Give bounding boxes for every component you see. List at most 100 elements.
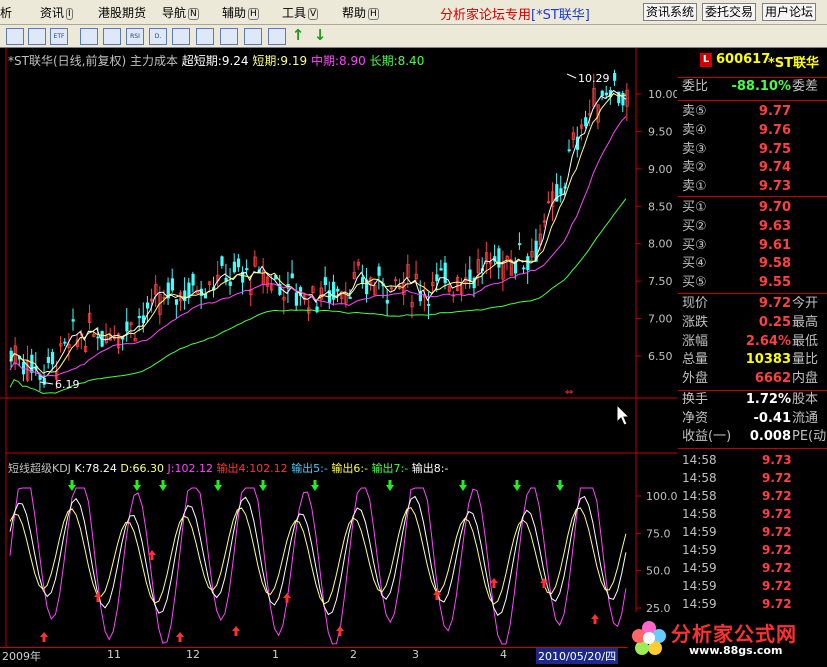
buy-signal-arrow-icon: [96, 597, 100, 602]
menu-item-navigation[interactable]: 导航 N: [162, 4, 199, 21]
price-tick-label: 8.00: [648, 238, 673, 251]
trade-time: 14:58: [682, 453, 717, 467]
trade-time: 14:59: [682, 525, 717, 539]
rsi-icon[interactable]: RSI: [126, 28, 144, 45]
sell-signal-arrow-icon: [459, 480, 467, 491]
stat-right-label: 最高: [792, 314, 819, 330]
finance-stats: 换手 1.72%股本净资 -0.41流通收益(一) 0.008PE(动): [678, 390, 827, 447]
date-label: 11: [107, 648, 121, 661]
grid-icon[interactable]: [80, 28, 98, 45]
kdj-legend: 短线超级KDJ K:78.24 D:66.30 J:102.12 输出4:102…: [8, 460, 448, 476]
ma-lines-group: [9, 89, 627, 395]
candle-body: [604, 92, 609, 96]
candle-body: [336, 288, 340, 292]
move-icon[interactable]: [268, 28, 286, 45]
menu-item-tools[interactable]: 工具 V: [282, 4, 319, 21]
zoom-icon[interactable]: [172, 28, 190, 45]
sell-level: 卖③ 9.75: [678, 141, 827, 159]
trade-time: 14:58: [682, 507, 717, 521]
trade-row: 14:59 9.72: [678, 523, 827, 541]
scroll-arrow-icon[interactable]: ⇔: [565, 387, 573, 398]
chart-area[interactable]: 10.00 9.50 9.00 8.50 8.00 7.50 7.00 6.50 100.0 7…: [0, 48, 677, 662]
up-arrow-icon[interactable]: ↑: [290, 28, 306, 43]
trade-price: 9.72: [762, 525, 792, 539]
line-chart-icon[interactable]: [103, 28, 121, 45]
price-tick-label: 8.50: [648, 200, 673, 213]
sell-level-value: 9.76: [758, 122, 791, 138]
menu-item-news[interactable]: 资讯 I: [40, 4, 73, 21]
buy-signal-arrow-icon: [150, 555, 154, 560]
kdj-lines-group: [9, 487, 627, 645]
candle-body: [96, 336, 100, 339]
down-arrow-icon[interactable]: ↓: [312, 28, 328, 43]
kdj-tick-label: 75.0: [646, 527, 671, 540]
d-icon[interactable]: D.: [149, 28, 167, 45]
sell-signal-arrow-icon: [386, 480, 394, 491]
stock-code: 600617: [716, 52, 771, 67]
buy-signal-arrow-icon: [40, 632, 48, 642]
weicha-label: 委差: [792, 79, 819, 94]
stock-badge: L: [700, 53, 712, 67]
trade-row: 14:58 9.72: [678, 487, 827, 505]
legend-title: *ST联华(日线,前复权) 主力成本: [8, 54, 178, 68]
menu-item-assist[interactable]: 辅助 H: [222, 4, 259, 21]
trade-time: 14:59: [682, 579, 717, 593]
sell-orders: 卖⑤ 9.77 卖④ 9.76 卖③ 9.75 卖② 9.74 卖① 9.73: [678, 100, 827, 197]
finance: 换手 1.72% 股本: [678, 391, 827, 409]
etf-icon[interactable]: ETF: [50, 28, 68, 45]
sell-signal-arrow-icon: [515, 480, 519, 485]
menu-item-help[interactable]: 帮助 H: [342, 4, 379, 21]
legend-short: 短期:9.19: [252, 54, 308, 68]
link-icon[interactable]: [196, 28, 214, 45]
buy-signal-arrow-icon: [591, 614, 599, 624]
date-axis: 2009年 11 12 1 2 3 4 2010/05/20/四: [0, 647, 677, 664]
buy-level-value: 9.70: [758, 200, 791, 215]
buy-level: 买⑤ 9.55: [678, 274, 827, 292]
candle-body: [468, 269, 472, 282]
stock-name: *ST联华: [768, 56, 820, 71]
trade-time: 14:59: [682, 543, 717, 557]
menu-item-analysis[interactable]: 析: [0, 4, 12, 21]
candle-body: [137, 315, 141, 319]
watermark-title: 分析家公式网: [671, 622, 797, 646]
kdj-out7: 输出7:-: [371, 462, 409, 475]
sell-signal-arrow-icon: [388, 480, 392, 485]
stock-header: L 600617 *ST联华: [678, 52, 827, 71]
stat-value: 6662: [754, 371, 791, 387]
trade-price: 9.72: [762, 561, 792, 575]
price-tick-label: 7.50: [648, 275, 673, 288]
kdj-out4: 输出4:102.12: [216, 462, 288, 475]
sell-signal-arrow-icon: [159, 480, 167, 491]
menu-item-hk-futures[interactable]: 港股期货: [98, 4, 146, 21]
legend-mid: 中期:8.90: [310, 54, 366, 68]
buy-signal-arrow-icon: [492, 583, 496, 588]
chart-canvas[interactable]: 10.00 9.50 9.00 8.50 8.00 7.50 7.00 6.50 100.0 7…: [0, 48, 677, 662]
user-forum-button[interactable]: 用户论坛: [762, 3, 817, 21]
sell-signal-arrow-icon: [216, 480, 220, 485]
trade-order-button[interactable]: 委托交易: [702, 3, 757, 21]
chart-icon[interactable]: [6, 28, 24, 45]
import-icon[interactable]: [220, 28, 238, 45]
info-system-button[interactable]: 资讯系统: [643, 3, 698, 21]
candle-body: [294, 292, 299, 306]
quote-panel: L 600617 *ST联华 委比 -88.10% 委差 卖⑤ 9.77 卖④ 9.7…: [678, 48, 827, 662]
trade-price: 9.72: [762, 579, 792, 593]
export-icon[interactable]: [244, 28, 262, 45]
candle-body: [323, 277, 327, 285]
search-icon[interactable]: [28, 28, 46, 45]
sell-level-label: 卖③: [682, 141, 707, 157]
sell-signal-arrow-icon: [159, 485, 167, 491]
date-label: 2: [350, 648, 357, 661]
price-tick-label: 10.00: [648, 88, 677, 101]
candle-body: [497, 248, 501, 268]
buy-signal-arrow-icon: [283, 593, 291, 598]
stat-label: 涨跌: [682, 314, 709, 330]
sell-signal-arrow-icon: [214, 485, 222, 491]
trade-row: 14:59 9.72: [678, 559, 827, 577]
price-tick-label: 9.50: [648, 125, 673, 138]
low-price-label: 6.19: [55, 378, 80, 391]
kdj-out6: 输出6:-: [331, 462, 369, 475]
candle-body: [232, 261, 236, 273]
buy-level: 买④ 9.58: [678, 255, 827, 273]
trade-price: 9.72: [762, 543, 792, 557]
